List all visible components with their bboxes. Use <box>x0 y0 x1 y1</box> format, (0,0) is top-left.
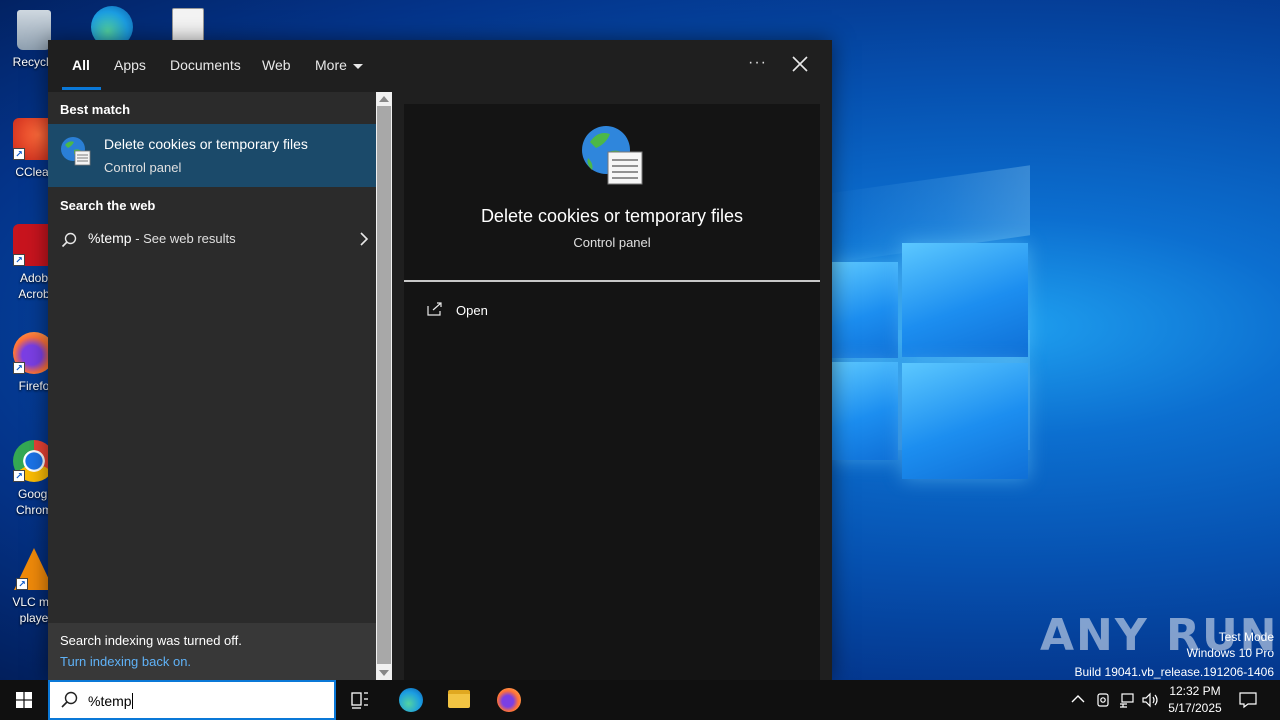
scroll-down-arrow-icon[interactable] <box>379 670 389 676</box>
watermark-build: Build 19041.vb_release.191206-1406 <box>1074 665 1275 679</box>
active-tab-indicator <box>62 87 101 90</box>
best-match-title: Delete cookies or temporary files <box>104 136 308 152</box>
scroll-up-arrow-icon[interactable] <box>379 96 389 102</box>
search-input[interactable]: %temp <box>88 693 133 709</box>
taskbar-file-explorer[interactable] <box>435 680 483 720</box>
taskbar-edge[interactable] <box>387 680 435 720</box>
windows-logo-pane <box>902 243 1028 357</box>
search-icon <box>61 691 78 708</box>
text-cursor <box>131 693 133 709</box>
web-result-hint: - See web results <box>131 231 236 246</box>
search-tab-bar: All Apps Documents Web More ··· <box>48 40 832 92</box>
watermark-edition: Windows 10 Pro <box>1186 646 1274 660</box>
shortcut-arrow-icon: ↗ <box>13 470 25 482</box>
file-explorer-icon <box>448 690 470 708</box>
scrollbar-thumb[interactable] <box>377 106 391 664</box>
best-match-heading: Best match <box>60 102 131 117</box>
shortcut-arrow-icon: ↗ <box>16 578 28 590</box>
web-result-item[interactable]: %temp - See web results <box>48 220 376 260</box>
windows-start-icon <box>16 692 32 708</box>
taskbar-clock[interactable]: 12:32 PM 5/17/2025 <box>1162 683 1228 717</box>
tab-documents[interactable]: Documents <box>170 57 241 73</box>
search-flyout: All Apps Documents Web More ··· Best mat… <box>48 40 832 680</box>
recycle-bin-icon <box>17 10 51 50</box>
indexing-notice: Search indexing was turned off. Turn ind… <box>48 623 376 680</box>
results-list: Best match Delete cookies or temporary f… <box>48 92 376 680</box>
shortcut-arrow-icon: ↗ <box>13 148 25 160</box>
chevron-down-icon <box>352 63 363 69</box>
web-query-term: %temp <box>88 230 132 246</box>
control-panel-globe-icon <box>582 126 643 185</box>
task-view-button[interactable] <box>336 680 384 720</box>
task-view-icon <box>351 692 368 709</box>
preview-subtitle: Control panel <box>573 235 651 250</box>
open-action[interactable]: Open <box>404 294 820 330</box>
chevron-up-icon[interactable] <box>1071 694 1085 704</box>
close-icon[interactable] <box>790 54 810 74</box>
web-result-text: %temp - See web results <box>88 230 236 246</box>
edge-icon <box>399 688 423 712</box>
preview-pane: Delete cookies or temporary files Contro… <box>404 104 820 680</box>
firefox-icon <box>497 688 521 712</box>
tab-apps[interactable]: Apps <box>114 57 146 73</box>
windows-logo-pane <box>902 363 1028 479</box>
open-action-label: Open <box>456 303 488 318</box>
turn-indexing-on-link[interactable]: Turn indexing back on. <box>60 654 191 669</box>
windows-logo-pane <box>832 362 898 460</box>
open-window-icon <box>427 302 442 316</box>
volume-icon[interactable] <box>1142 692 1160 708</box>
results-scrollbar[interactable] <box>376 92 392 680</box>
preview-title: Delete cookies or temporary files <box>480 206 744 226</box>
best-match-result[interactable]: Delete cookies or temporary files Contro… <box>48 124 376 187</box>
taskbar-firefox[interactable] <box>485 680 533 720</box>
clock-time: 12:32 PM <box>1169 684 1221 698</box>
tab-more[interactable]: More <box>315 57 363 73</box>
preview-divider <box>404 280 820 282</box>
search-input-value: %temp <box>88 693 132 709</box>
windows-logo-pane <box>832 262 898 358</box>
tab-more-label: More <box>315 57 347 73</box>
network-icon[interactable] <box>1119 692 1135 708</box>
taskbar-search-box[interactable]: %temp <box>48 680 336 720</box>
watermark-test-mode: Test Mode <box>1218 630 1274 644</box>
tab-all[interactable]: All <box>72 57 90 73</box>
clock-date: 5/17/2025 <box>1168 701 1222 715</box>
tab-web[interactable]: Web <box>262 57 291 73</box>
desktop-icon-label: Firefo <box>18 379 50 393</box>
search-web-heading: Search the web <box>60 198 156 213</box>
shortcut-arrow-icon: ↗ <box>13 254 25 266</box>
chevron-right-icon <box>360 232 369 246</box>
more-options-button[interactable]: ··· <box>748 54 767 72</box>
indexing-message: Search indexing was turned off. <box>60 633 242 648</box>
taskbar: %temp 12:32 PM 5/17/2025 <box>0 680 1280 720</box>
shortcut-arrow-icon: ↗ <box>13 362 25 374</box>
control-panel-globe-icon <box>61 137 91 166</box>
best-match-subtitle: Control panel <box>104 160 182 175</box>
start-button[interactable] <box>0 680 48 720</box>
defender-icon[interactable] <box>1096 692 1110 708</box>
notifications-icon[interactable] <box>1239 691 1257 709</box>
search-icon <box>61 232 77 248</box>
